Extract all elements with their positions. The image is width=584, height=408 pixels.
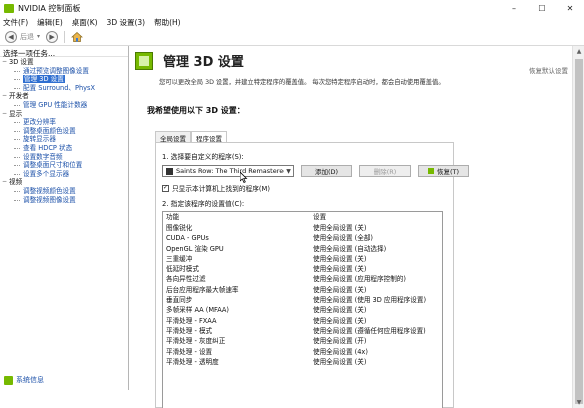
menu-help[interactable]: 帮助(H)	[154, 17, 181, 28]
table-row[interactable]: OpenGL 渲染 GPU 使用全局设置 (自动选择)	[163, 244, 442, 254]
menu-desktop[interactable]: 桌面(K)	[72, 17, 98, 28]
page-title: 管理 3D 设置	[163, 55, 244, 70]
select-program-label: 1. 选择要自定义的程序(S):	[162, 153, 244, 161]
system-info-icon	[4, 375, 13, 385]
scroll-down-icon[interactable]: ▼	[573, 397, 584, 408]
table-row[interactable]: 多帧采样 AA (MFAA) 使用全局设置 (关)	[163, 305, 442, 315]
menu-edit[interactable]: 编辑(E)	[37, 17, 63, 28]
table-row[interactable]: 图像锐化 使用全局设置 (关)	[163, 223, 442, 233]
only-found-label: 只显示本计算机上找到的程序(M)	[172, 185, 270, 193]
table-header: 功能 设置	[163, 212, 442, 223]
chevron-down-icon[interactable]: ▼	[284, 168, 293, 175]
add-button[interactable]: 添加(D)	[301, 165, 352, 177]
tree-category-3d-settings[interactable]: 3D 设置	[0, 58, 128, 67]
window-controls: – ☐ ✕	[500, 0, 584, 16]
selected-program: Saints Row: The Third Remastered (s...	[176, 167, 284, 175]
only-found-programs-option[interactable]: ✓ 只显示本计算机上找到的程序(M)	[162, 183, 270, 193]
restore-icon	[427, 168, 434, 174]
remove-button[interactable]: 删除(R)	[359, 165, 411, 177]
table-row[interactable]: 后台应用程序最大帧速率 使用全局设置 (关)	[163, 285, 442, 295]
program-settings-tab-content: 1. 选择要自定义的程序(S): Saints Row: The Third R…	[155, 142, 469, 408]
tree-category-video[interactable]: 视频	[0, 178, 128, 187]
task-header: 选择一项任务...	[0, 46, 128, 58]
scrollbar-thumb[interactable]	[575, 59, 583, 404]
menu-3d-settings[interactable]: 3D 设置(3)	[107, 17, 146, 28]
tree-item-rotate-display[interactable]: 旋转显示器	[0, 135, 128, 144]
back-label[interactable]: 后退	[20, 32, 34, 42]
settings-tabs: 全局设置 程序设置	[155, 131, 227, 143]
tree-item-gpu-counters[interactable]: 管理 GPU 性能计数器	[0, 101, 128, 110]
column-feature: 功能	[166, 213, 180, 221]
table-row[interactable]: 垂直同步 使用全局设置 (使用 3D 应用程序设置)	[163, 295, 442, 305]
tree-item-manage-3d-settings[interactable]: 管理 3D 设置	[0, 75, 128, 84]
table-row[interactable]: CUDA - GPUs 使用全局设置 (全部)	[163, 233, 442, 243]
maximize-button[interactable]: ☐	[528, 0, 556, 16]
table-row[interactable]: 三重缓冲 使用全局设置 (关)	[163, 254, 442, 264]
column-setting: 设置	[313, 213, 327, 221]
minimize-button[interactable]: –	[500, 0, 528, 16]
mouse-cursor-icon	[239, 171, 248, 185]
tab-global-settings[interactable]: 全局设置	[155, 131, 191, 143]
toolbar: ◀ 后退 ▾ ▶	[0, 28, 584, 46]
task-tree: 3D 设置 通过预览调整图像设置 管理 3D 设置 配置 Surround、Ph…	[0, 57, 128, 204]
table-row[interactable]: 各向异性过滤 使用全局设置 (应用程序控制的)	[163, 274, 442, 284]
forward-icon[interactable]: ▶	[46, 30, 59, 43]
page-description: 您可以更改全局 3D 设置，并建立特定程序的覆盖值。 每次您特定程序启动时，都会…	[159, 79, 445, 86]
table-row[interactable]: 低延时模式 使用全局设置 (关)	[163, 264, 442, 274]
main-scrollbar[interactable]: ▲ ▼	[572, 46, 584, 408]
tree-item-hdcp-status[interactable]: 查看 HDCP 状态	[0, 144, 128, 153]
toolbar-divider	[64, 30, 66, 43]
table-row[interactable]: 平滑处理 - 透明度 使用全局设置 (关)	[163, 357, 442, 367]
back-icon[interactable]: ◀	[5, 30, 17, 43]
nvidia-logo-icon	[4, 3, 14, 13]
table-row[interactable]: 平滑处理 - 设置 使用全局设置 (4x)	[163, 347, 442, 357]
title-bar: NVIDIA 控制面板 – ☐ ✕	[0, 0, 584, 16]
specify-settings-label: 2. 指定该程序的设置值(C):	[162, 200, 245, 208]
section-title: 我希望使用以下 3D 设置：	[147, 106, 245, 115]
back-dropdown-icon[interactable]: ▾	[37, 33, 40, 40]
tab-program-settings[interactable]: 程序设置	[191, 131, 227, 143]
table-row[interactable]: 平滑处理 - 模式 使用全局设置 (遵循任何应用程序设置)	[163, 326, 442, 336]
menu-file[interactable]: 文件(F)	[3, 17, 28, 28]
table-row[interactable]: 平滑处理 - 灰度纠正 使用全局设置 (开)	[163, 336, 442, 346]
tree-item-preview-image-settings[interactable]: 通过预览调整图像设置	[0, 67, 128, 76]
table-row[interactable]: 平滑处理 - FXAA 使用全局设置 (关)	[163, 316, 442, 326]
tree-item-video-image[interactable]: 调整视频图像设置	[0, 196, 128, 205]
main-panel: 管理 3D 设置 恢复默认设置 您可以更改全局 3D 设置，并建立特定程序的覆盖…	[129, 46, 572, 408]
page-header: 管理 3D 设置 恢复默认设置	[129, 46, 572, 76]
restore-defaults-link[interactable]: 恢复默认设置	[529, 65, 568, 75]
program-icon	[166, 167, 173, 175]
tree-item-change-resolution[interactable]: 更改分辨率	[0, 118, 128, 127]
feature-settings-table: 功能 设置 图像锐化 使用全局设置 (关) CUDA - GPUs 使用全局设置 (…	[162, 211, 443, 408]
tree-category-developer[interactable]: 开发者	[0, 92, 128, 101]
window-title: NVIDIA 控制面板	[18, 3, 81, 13]
home-icon[interactable]	[71, 31, 83, 43]
only-found-checkbox[interactable]: ✓	[162, 184, 169, 192]
tree-item-digital-audio[interactable]: 设置数字音频	[0, 153, 128, 162]
close-button[interactable]: ✕	[556, 0, 584, 16]
tree-item-desktop-size[interactable]: 调整桌面尺寸和位置	[0, 161, 128, 170]
tree-item-desktop-color[interactable]: 调整桌面颜色设置	[0, 127, 128, 136]
tree-category-display[interactable]: 显示	[0, 110, 128, 119]
restore-button[interactable]: 恢复(T)	[418, 165, 469, 177]
tree-item-video-color[interactable]: 调整视频颜色设置	[0, 187, 128, 196]
program-select[interactable]: Saints Row: The Third Remastered (s... ▼	[162, 165, 294, 177]
task-sidebar: 选择一项任务... 3D 设置 通过预览调整图像设置 管理 3D 设置 配置 S…	[0, 46, 129, 390]
settings-panel: 全局设置 程序设置 1. 选择要自定义的程序(S): Saints Row: T…	[149, 119, 469, 408]
menu-bar: 文件(F) 编辑(E) 桌面(K) 3D 设置(3) 帮助(H)	[0, 16, 584, 28]
system-info-link[interactable]: 系统信息	[4, 375, 44, 385]
scroll-up-icon[interactable]: ▲	[573, 46, 584, 57]
3d-settings-icon	[135, 52, 153, 70]
